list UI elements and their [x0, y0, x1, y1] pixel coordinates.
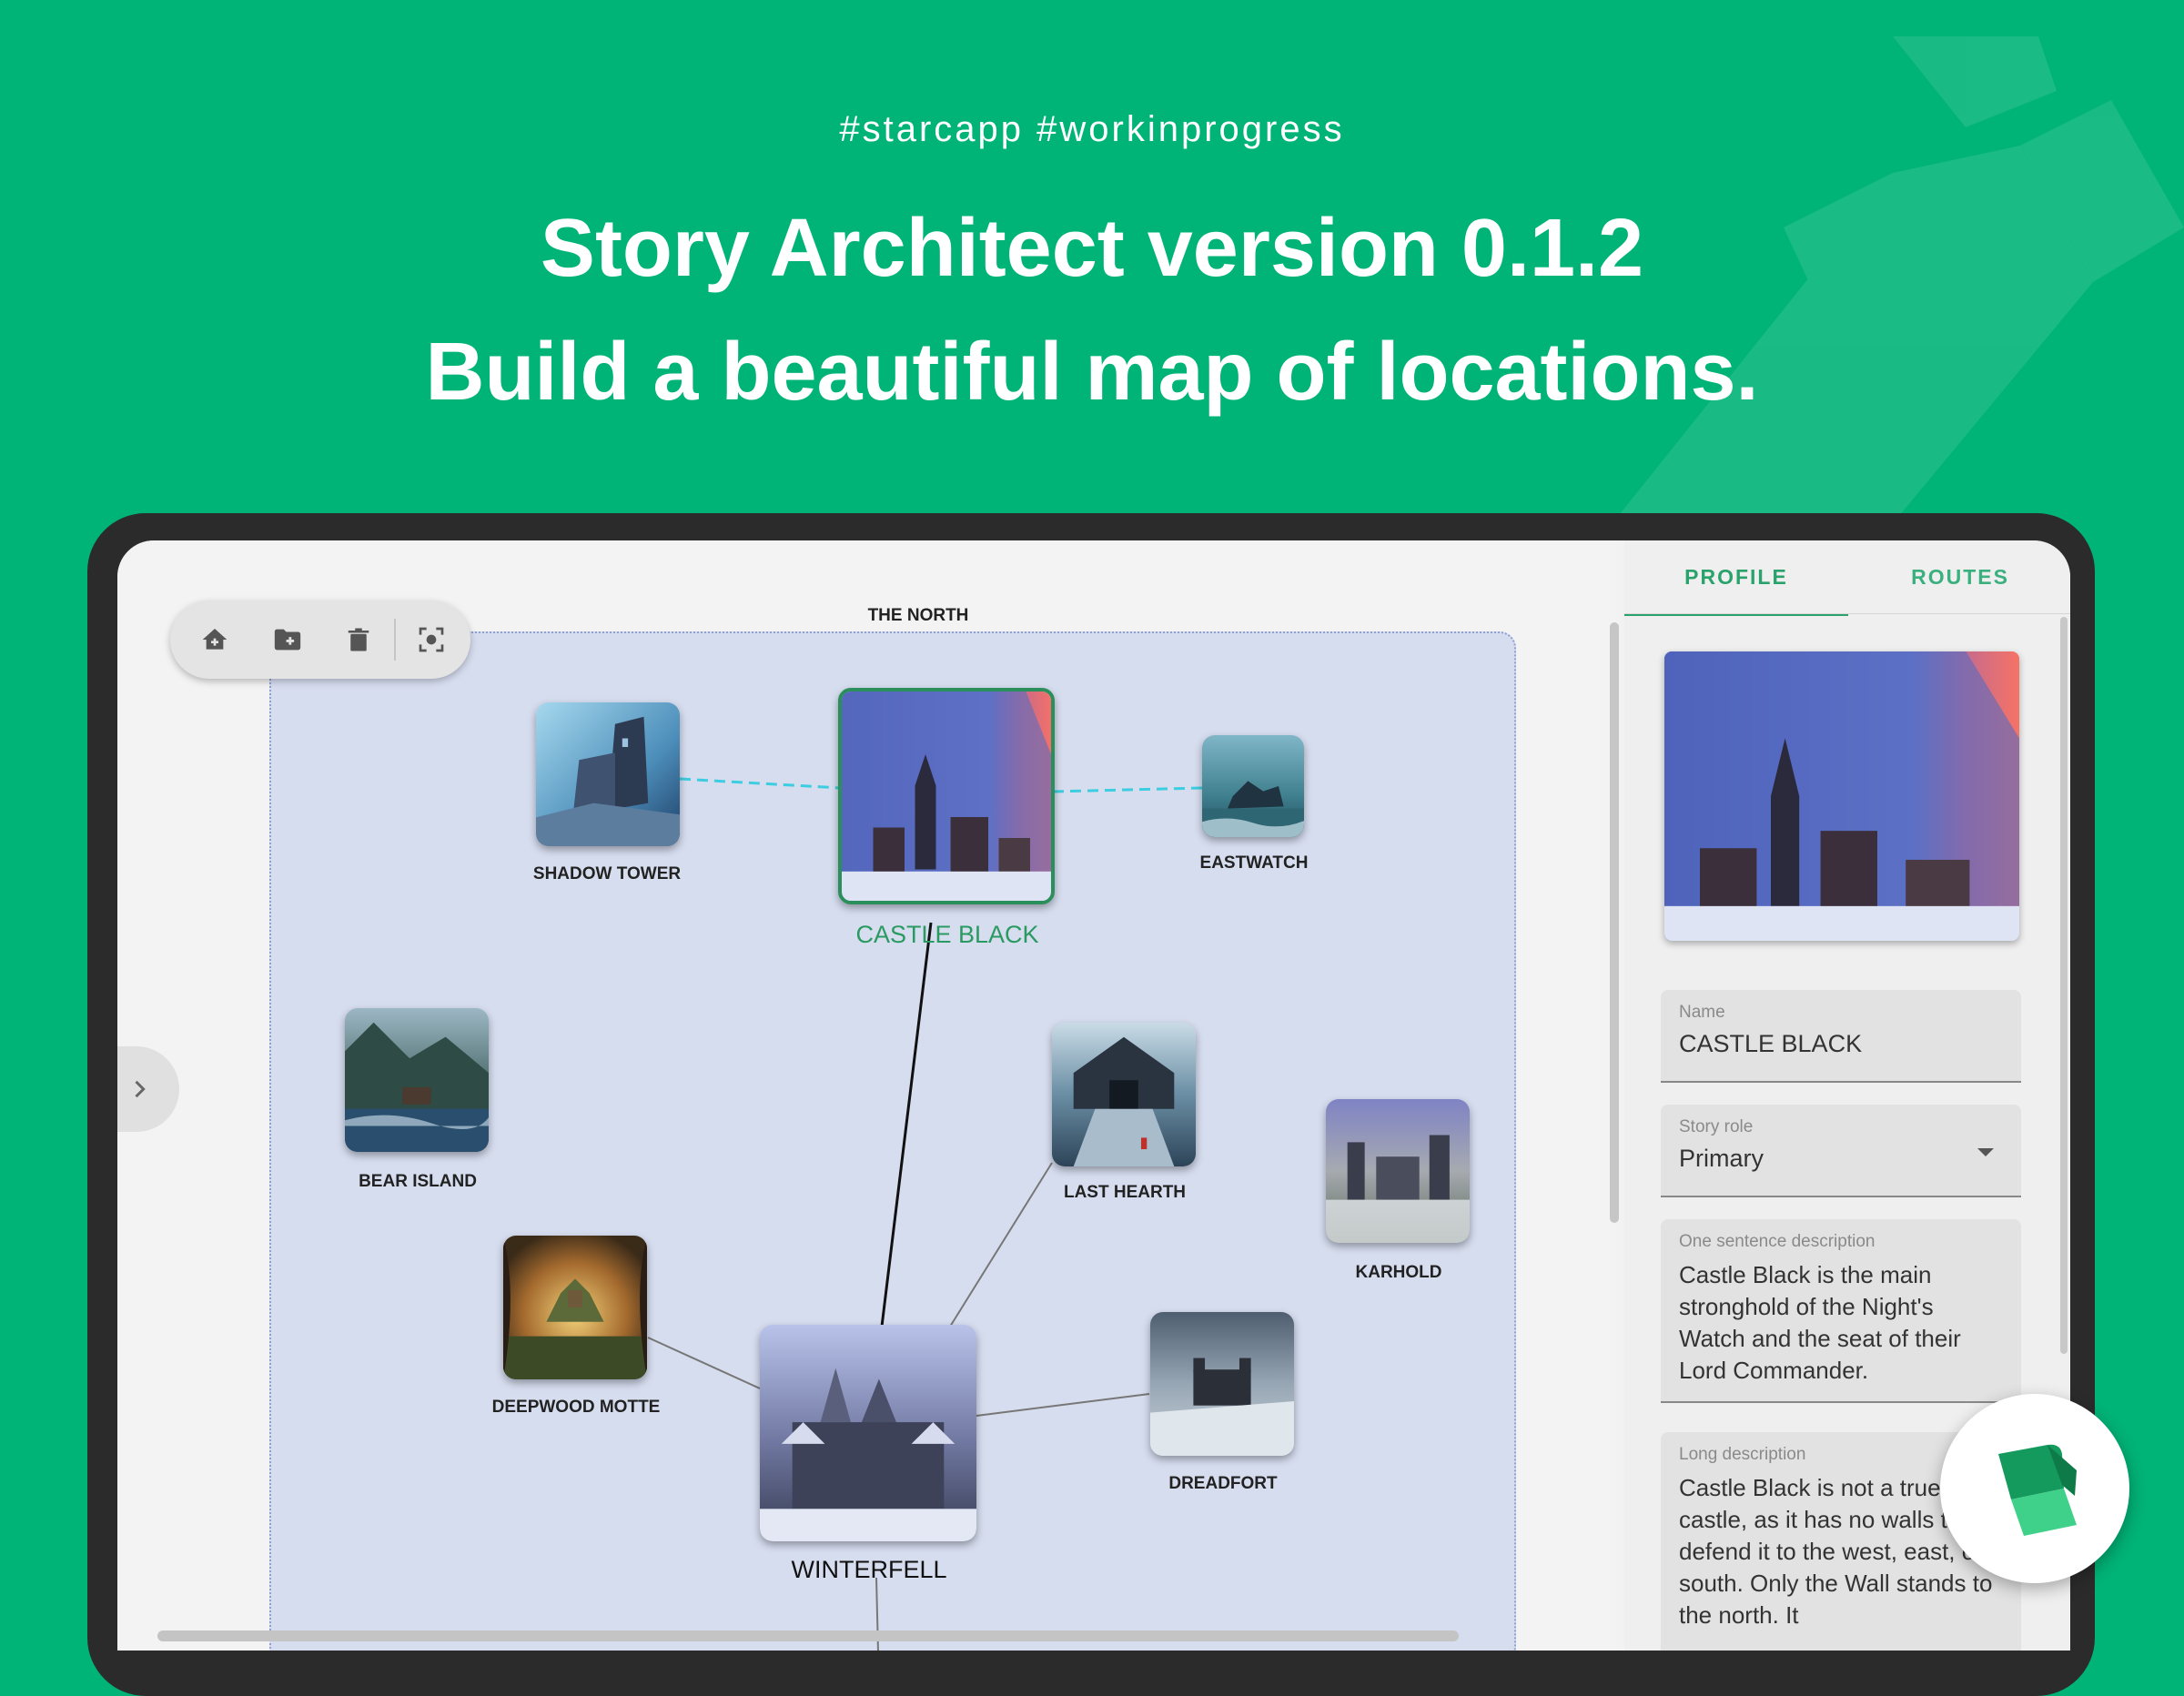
map-canvas[interactable]: THE NORTH SHADOW TOWER CASTLE BLACK EAST…: [117, 540, 1619, 1651]
app-screen: THE NORTH SHADOW TOWER CASTLE BLACK EAST…: [117, 540, 2070, 1651]
location-dreadfort[interactable]: DREADFORT: [1150, 1312, 1296, 1494]
story-role-select[interactable]: Story role Primary: [1661, 1105, 2021, 1197]
location-image: [1326, 1099, 1470, 1243]
app-logo-icon: [1998, 1444, 2077, 1536]
route-castle-black-eastwatch: [1052, 786, 1203, 793]
folder-plus-icon[interactable]: [268, 621, 307, 659]
panel-scrollbar[interactable]: [2060, 617, 2068, 1354]
map-toolbar: [170, 601, 470, 679]
location-image: [503, 1236, 647, 1379]
location-bear-island[interactable]: BEAR ISLAND: [345, 1008, 490, 1191]
route-shadow-tower-castle-black: [679, 777, 841, 790]
location-label: BEAR ISLAND: [359, 1172, 477, 1191]
chevron-right-icon: [135, 1080, 146, 1098]
short-description-field[interactable]: One sentence description Castle Black is…: [1661, 1219, 2021, 1403]
headline-title: Story Architect version 0.1.2: [540, 203, 1644, 294]
horizontal-scrollbar[interactable]: [157, 1630, 1459, 1641]
vertical-scrollbar[interactable]: [1610, 622, 1619, 1223]
location-image: [760, 1325, 976, 1541]
location-karhold[interactable]: KARHOLD: [1326, 1099, 1471, 1282]
dropdown-caret-icon[interactable]: [1977, 1148, 1994, 1156]
app-logo-badge: [1940, 1394, 2129, 1583]
location-image: [345, 1008, 489, 1152]
headline-subtitle: Build a beautiful map of locations.: [425, 327, 1759, 418]
location-deepwood-motte[interactable]: DEEPWOOD MOTTE: [492, 1236, 660, 1418]
location-image: [1150, 1312, 1294, 1456]
location-image: [838, 688, 1055, 904]
location-eastwatch[interactable]: EASTWATCH: [1200, 735, 1308, 881]
tab-profile[interactable]: PROFILE: [1624, 540, 1848, 616]
location-label-selected: CASTLE BLACK: [855, 921, 1039, 948]
route-winterfell-dreadfort: [976, 1393, 1150, 1417]
route-deepwood-motte-winterfell: [647, 1337, 761, 1389]
location-label: LAST HEARTH: [1063, 1183, 1187, 1202]
location-last-hearth[interactable]: LAST HEARTH: [1052, 1023, 1198, 1205]
tab-routes[interactable]: ROUTES: [1848, 540, 2070, 613]
story-role-value[interactable]: Primary: [1679, 1145, 1764, 1173]
location-label: KARHOLD: [1355, 1263, 1442, 1282]
tab-divider: [1624, 613, 2070, 614]
name-field-label: Name: [1679, 1003, 1725, 1022]
fit-screen-icon[interactable]: [412, 621, 450, 659]
location-label: DREADFORT: [1168, 1474, 1278, 1493]
name-field-value[interactable]: CASTLE BLACK: [1679, 1030, 1862, 1058]
location-label: DEEPWOOD MOTTE: [491, 1398, 661, 1417]
hashtags: #starcapp #workinprogress: [839, 109, 1345, 149]
location-image: [1202, 735, 1304, 837]
location-shadow-tower[interactable]: SHADOW TOWER: [533, 702, 681, 883]
location-label: WINTERFELL: [791, 1556, 947, 1583]
location-cover-image[interactable]: [1664, 651, 2019, 941]
toolbar-divider: [394, 619, 396, 661]
trash-icon[interactable]: [339, 621, 378, 659]
long-description-label: Long description: [1679, 1445, 1806, 1464]
location-image: [1052, 1023, 1196, 1166]
location-label: EASTWATCH: [1199, 853, 1309, 873]
short-description-text[interactable]: Castle Black is the main stronghold of t…: [1679, 1259, 2003, 1387]
location-winterfell[interactable]: WINTERFELL: [760, 1325, 978, 1598]
name-field[interactable]: Name CASTLE BLACK: [1661, 990, 2021, 1083]
location-label: SHADOW TOWER: [532, 864, 682, 883]
location-castle-black[interactable]: CASTLE BLACK: [838, 688, 1057, 952]
location-image: [536, 702, 680, 846]
route-castle-black-winterfell: [880, 922, 933, 1328]
story-role-label: Story role: [1679, 1117, 1754, 1136]
short-description-label: One sentence description: [1679, 1232, 1876, 1251]
home-plus-icon[interactable]: [196, 621, 234, 659]
